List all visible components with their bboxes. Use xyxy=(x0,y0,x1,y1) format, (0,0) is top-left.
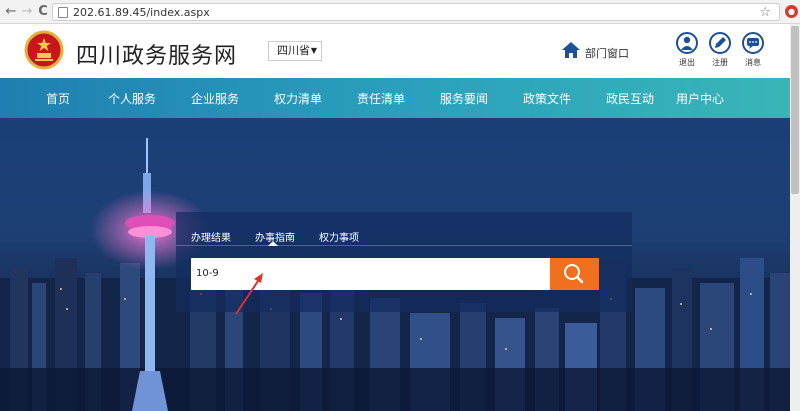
back-icon[interactable]: ← xyxy=(3,4,19,20)
address-bar[interactable]: 202.61.89.45/index.aspx ☆ xyxy=(52,3,780,21)
nav-service-news[interactable]: 服务要闻 xyxy=(440,90,488,107)
chevron-down-icon: ▼ xyxy=(310,46,317,55)
region-select[interactable]: 四川省 ▼ xyxy=(268,41,322,61)
pen-icon xyxy=(709,32,731,54)
search-icon xyxy=(564,264,584,284)
browser-toolbar: ← → C 202.61.89.45/index.aspx ☆ ● xyxy=(0,0,800,24)
active-tab-indicator xyxy=(268,241,278,246)
url-text[interactable]: 202.61.89.45/index.aspx xyxy=(73,6,210,19)
region-select-value: 四川省 xyxy=(277,44,310,57)
nav-power-list[interactable]: 权力清单 xyxy=(274,90,322,107)
tab-power-items[interactable]: 权力事项 xyxy=(319,229,359,244)
tab-results[interactable]: 办理结果 xyxy=(191,229,231,244)
red-arrow-annotation xyxy=(235,273,263,315)
site-header: 四川政务服务网 四川省 ▼ 部门窗口 退出 注册 消息 xyxy=(0,24,800,78)
nav-citizen-interaction[interactable]: 政民互动 xyxy=(606,90,654,107)
user-icon xyxy=(676,32,698,54)
dept-window-label: 部门窗口 xyxy=(585,47,629,60)
nav-home[interactable]: 首页 xyxy=(46,90,70,107)
messages-button[interactable]: 消息 xyxy=(740,32,766,68)
scrollbar-thumb[interactable] xyxy=(791,26,799,194)
register-label: 注册 xyxy=(712,58,728,67)
nav-personal-services[interactable]: 个人服务 xyxy=(108,90,156,107)
main-nav: 首页 个人服务 企业服务 权力清单 责任清单 服务要闻 政策文件 政民互动 用户… xyxy=(0,78,800,118)
extension-icon[interactable]: ● xyxy=(785,5,798,18)
forward-icon[interactable]: → xyxy=(19,4,35,20)
national-emblem-icon xyxy=(24,30,64,70)
search-tabs: 办理结果 办事指南 权力事项 xyxy=(176,212,632,246)
nav-policy-documents[interactable]: 政策文件 xyxy=(523,90,571,107)
home-icon xyxy=(562,42,580,58)
search-query-text: 10-9 xyxy=(196,268,219,279)
logout-button[interactable]: 退出 xyxy=(674,32,700,68)
register-button[interactable]: 注册 xyxy=(707,32,733,68)
page-scrollbar[interactable] xyxy=(790,24,800,411)
nav-user-center[interactable]: 用户中心 xyxy=(676,90,724,107)
message-icon xyxy=(742,32,764,54)
search-button[interactable] xyxy=(550,258,599,290)
nav-responsibility-list[interactable]: 责任清单 xyxy=(357,90,405,107)
page-icon xyxy=(58,7,68,18)
bookmark-star-icon[interactable]: ☆ xyxy=(759,5,771,20)
messages-label: 消息 xyxy=(745,58,761,67)
logout-label: 退出 xyxy=(679,58,695,67)
site-title: 四川政务服务网 xyxy=(76,44,238,69)
nav-enterprise-services[interactable]: 企业服务 xyxy=(191,90,239,107)
reload-icon[interactable]: C xyxy=(35,4,51,20)
